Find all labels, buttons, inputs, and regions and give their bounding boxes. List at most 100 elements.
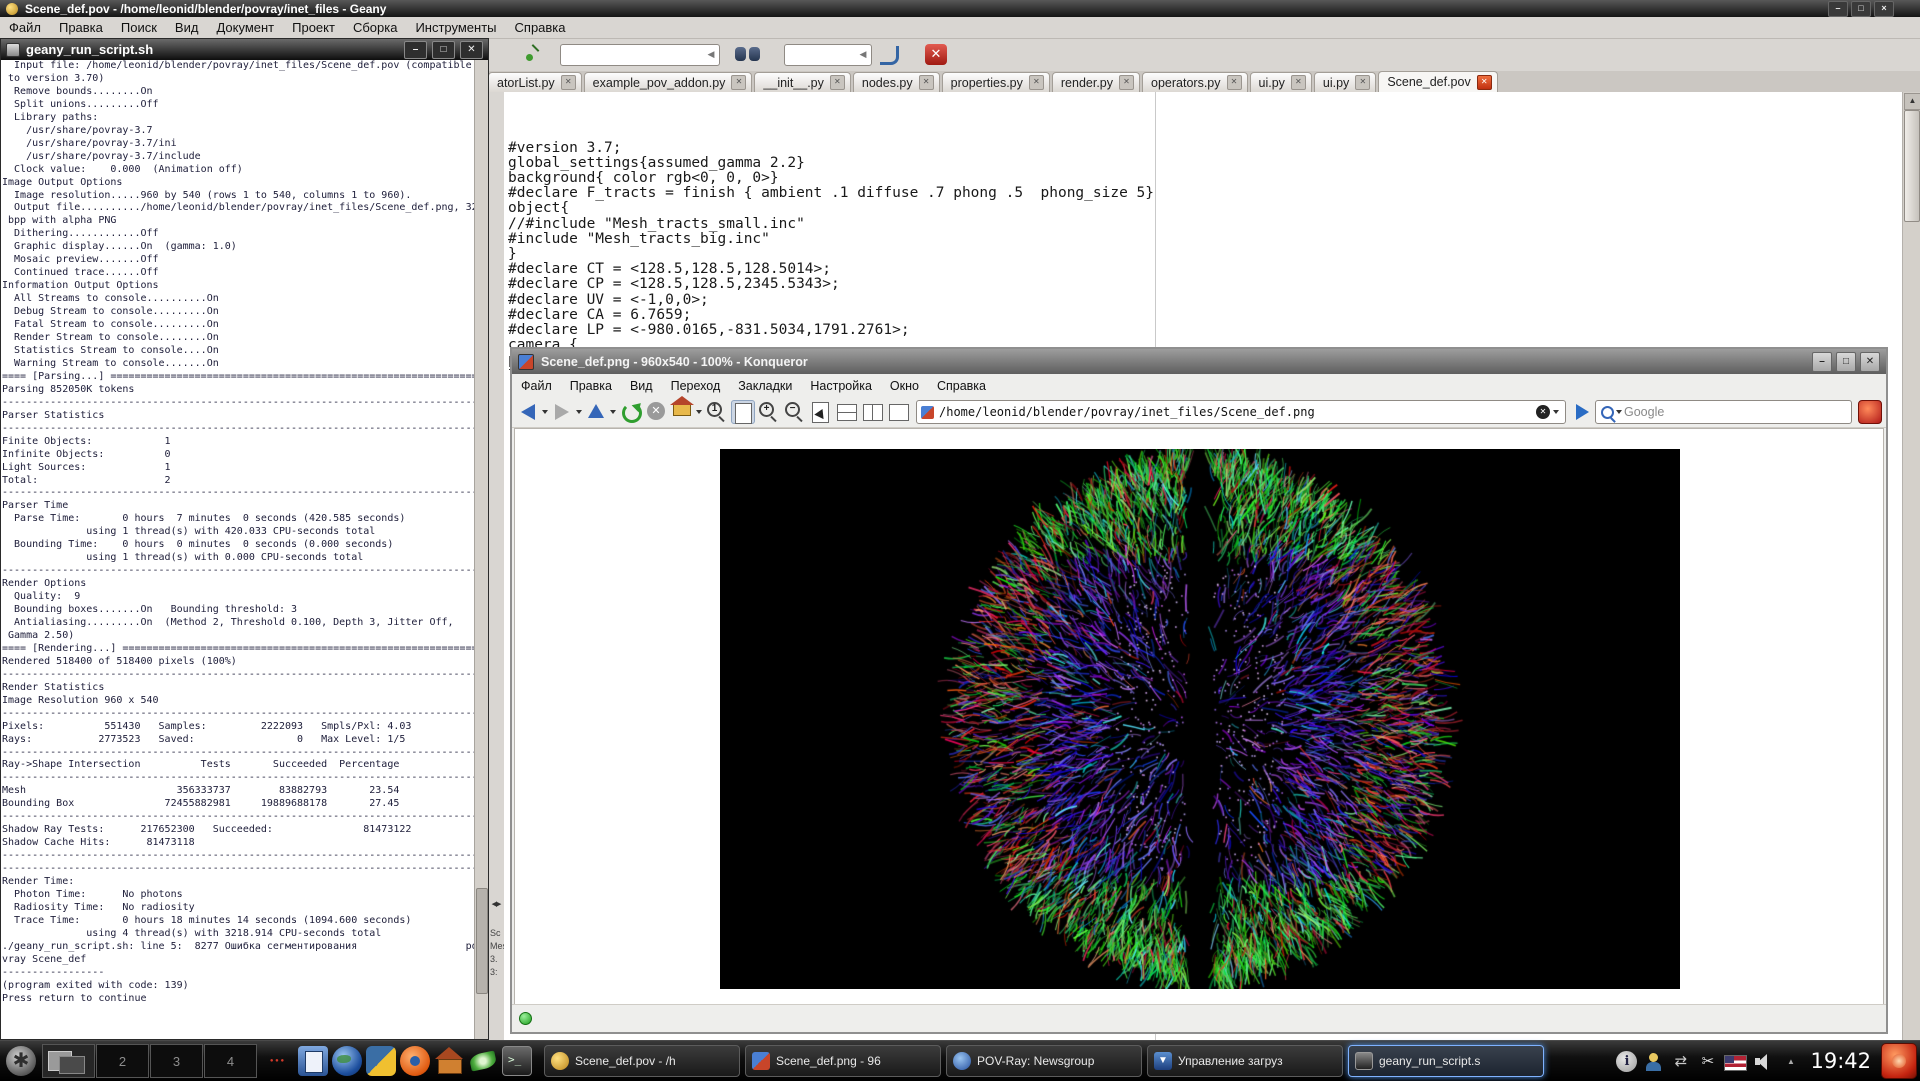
close-button[interactable]: ✕ [1860, 352, 1880, 372]
editor-tab[interactable]: properties.py [942, 72, 1050, 92]
search-engine-icon[interactable] [1601, 406, 1614, 419]
editor-scrollbar[interactable] [1902, 92, 1920, 1040]
task-button[interactable]: geany_run_script.s [1348, 1045, 1544, 1077]
close-view-button[interactable] [887, 400, 911, 424]
close-button[interactable]: ✕ [460, 41, 483, 59]
launcher-icon[interactable] [366, 1046, 396, 1076]
editor-tab[interactable]: __init__.py [754, 72, 850, 92]
task-button[interactable]: Scene_def.png - 96 [745, 1045, 941, 1077]
terminal-titlebar[interactable]: geany_run_script.sh – □ ✕ [1, 39, 488, 60]
color-chooser-icon[interactable] [524, 45, 542, 63]
terminal-scrollbar[interactable] [474, 60, 488, 1039]
network-tray-icon[interactable] [1670, 1051, 1691, 1072]
keyboard-layout-icon[interactable] [1724, 1055, 1747, 1071]
back-button[interactable] [517, 400, 541, 424]
back-dropdown-icon[interactable] [542, 410, 548, 414]
goto-line-input[interactable] [784, 44, 872, 66]
info-tray-icon[interactable] [1616, 1051, 1637, 1072]
editor-tab[interactable]: ui.py [1314, 72, 1376, 92]
maximize-button[interactable]: □ [1836, 352, 1856, 372]
menu-item[interactable]: Правка [50, 18, 112, 37]
location-text[interactable]: /home/leonid/blender/povray/inet_files/S… [939, 405, 1536, 419]
applet-dots-icon[interactable] [266, 1046, 288, 1076]
pager-cell[interactable]: 3 [150, 1044, 203, 1078]
launcher-icon[interactable] [434, 1046, 464, 1076]
tab-close-icon[interactable] [1029, 75, 1044, 90]
task-button[interactable]: Управление загруз [1147, 1045, 1343, 1077]
launcher-icon[interactable] [468, 1046, 498, 1076]
menu-item[interactable]: Документ [207, 18, 283, 37]
location-bar[interactable]: /home/leonid/blender/povray/inet_files/S… [916, 400, 1566, 424]
scrollbar-thumb[interactable] [1904, 110, 1920, 222]
tab-close-icon[interactable] [1355, 75, 1370, 90]
editor-tab[interactable]: Scene_def.pov [1378, 71, 1497, 92]
clipboard-tray-icon[interactable] [1697, 1051, 1718, 1072]
select-pointer-button[interactable] [809, 400, 833, 424]
geany-sidebar[interactable]: ScMes3.3: [488, 92, 505, 1040]
minimize-button[interactable] [1828, 1, 1848, 17]
forward-button[interactable] [551, 400, 575, 424]
editor-tab[interactable]: atorList.py [488, 72, 582, 92]
up-dropdown-icon[interactable] [610, 410, 616, 414]
launcher-icon[interactable] [400, 1046, 430, 1076]
tab-close-icon[interactable] [561, 75, 576, 90]
menu-item[interactable]: Вид [166, 18, 208, 37]
minimize-button[interactable]: – [1812, 352, 1832, 372]
tab-close-icon[interactable] [1119, 75, 1134, 90]
zoom-original-button[interactable]: 1 [705, 400, 729, 424]
clear-location-icon[interactable] [1536, 405, 1550, 419]
clear-search-icon[interactable] [705, 48, 717, 60]
go-button[interactable] [1576, 404, 1589, 420]
maximize-button[interactable] [1851, 1, 1871, 17]
pager-cell[interactable] [42, 1044, 95, 1078]
close-button[interactable] [1874, 1, 1894, 17]
launcher-icon[interactable] [298, 1046, 328, 1076]
split-view-horizontal-button[interactable] [835, 400, 859, 424]
launcher-icon[interactable] [332, 1046, 362, 1076]
menu-item[interactable]: Проект [283, 18, 344, 37]
menu-item[interactable]: Окно [881, 377, 928, 395]
volume-tray-icon[interactable] [1753, 1051, 1774, 1072]
maximize-button[interactable]: □ [432, 41, 455, 59]
up-button[interactable] [585, 400, 609, 424]
zoom-in-button[interactable]: + [757, 400, 781, 424]
stop-button[interactable] [645, 400, 669, 424]
location-dropdown-icon[interactable] [1553, 410, 1559, 414]
tab-close-icon[interactable] [1227, 75, 1242, 90]
scroll-up-icon[interactable] [1904, 93, 1920, 110]
task-button[interactable]: Scene_def.pov - /h [544, 1045, 740, 1077]
clock[interactable]: 19:42 [1810, 1049, 1871, 1073]
scrollbar-thumb[interactable] [476, 888, 488, 994]
menu-item[interactable]: Переход [662, 377, 730, 395]
launcher-icon[interactable] [502, 1046, 532, 1076]
editor-tab[interactable]: ui.py [1250, 72, 1312, 92]
find-icon[interactable] [735, 47, 761, 62]
tab-close-icon[interactable] [731, 75, 746, 90]
menu-item[interactable]: Поиск [112, 18, 166, 37]
search-dropdown-icon[interactable] [1616, 410, 1622, 414]
zoom-out-button[interactable]: − [783, 400, 807, 424]
home-dropdown-icon[interactable] [696, 410, 702, 414]
forward-dropdown-icon[interactable] [576, 410, 582, 414]
clear-goto-icon[interactable] [857, 48, 869, 60]
tab-close-icon[interactable] [1477, 75, 1492, 90]
menu-item[interactable]: Сборка [344, 18, 407, 37]
tray-expand-icon[interactable] [1780, 1051, 1801, 1072]
search-input[interactable] [560, 44, 720, 66]
fit-page-toggle[interactable] [731, 400, 755, 424]
pager-cell[interactable]: 4 [204, 1044, 257, 1078]
split-view-vertical-button[interactable] [861, 400, 885, 424]
menu-item[interactable]: Правка [561, 377, 621, 395]
pager-cell[interactable]: 2 [96, 1044, 149, 1078]
reload-button[interactable] [619, 400, 643, 424]
tab-close-icon[interactable] [830, 75, 845, 90]
user-tray-icon[interactable] [1643, 1051, 1664, 1072]
corner-app-icon[interactable] [1881, 1043, 1917, 1079]
editor-tab[interactable]: render.py [1052, 72, 1140, 92]
sidebar-scroll-arrows-icon[interactable] [488, 900, 504, 912]
search-bar[interactable]: Google [1595, 400, 1852, 424]
menu-item[interactable]: Справка [928, 377, 995, 395]
menu-item[interactable]: Закладки [729, 377, 801, 395]
minimize-button[interactable]: – [404, 41, 427, 59]
konqueror-titlebar[interactable]: Scene_def.png - 960x540 - 100% - Konquer… [512, 349, 1886, 374]
